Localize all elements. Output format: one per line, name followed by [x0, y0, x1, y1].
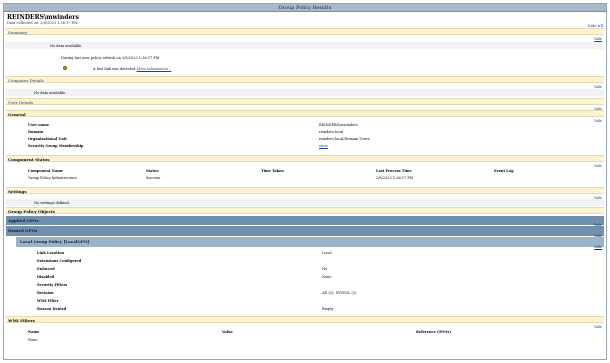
gpo-header[interactable]: Group Policy Objects hide — [6, 207, 604, 220]
gpo-key: Extensions Configured — [37, 259, 82, 263]
local-gpo-hide-link[interactable]: hide — [594, 245, 602, 249]
table-cell: Group Policy Infrastructure — [28, 176, 77, 180]
summary-no-data: No data available. — [50, 43, 83, 48]
gpo-key: Link Location — [37, 251, 64, 255]
general-value: reinders.local — [319, 130, 344, 134]
gpo-value: None — [322, 275, 332, 279]
general-value: REINDERS\mwinders — [319, 123, 358, 127]
settings-none: No settings defined. — [34, 200, 70, 205]
report-window: Group Policy Results REINDERS\mwinders D… — [3, 3, 607, 360]
column-header: Component Name — [28, 169, 64, 173]
gpo-label: Group Policy Objects — [8, 208, 55, 214]
component-status-table: Component Name Status Time Taken Last Pr… — [6, 168, 604, 186]
more-information-link[interactable]: More information... — [137, 67, 172, 71]
gpo-key: Revision — [37, 291, 54, 295]
window-title: Group Policy Results — [4, 4, 606, 12]
denied-gpos-label: Denied GPOs — [8, 228, 38, 233]
general-label: General — [8, 111, 26, 117]
gpo-value: Local — [322, 251, 332, 255]
component-status-header[interactable]: Component Status hide — [6, 155, 604, 168]
general-key: User name — [28, 123, 50, 127]
computer-details-label: Computer Details — [8, 77, 44, 83]
summary-label: Summary — [8, 29, 28, 35]
general-key: Domain — [28, 130, 44, 134]
applied-gpos-label: Applied GPOs — [8, 217, 39, 223]
gpo-value: AD (2), SYSVOL (2) — [322, 291, 357, 295]
summary-info-block: During last user policy refresh on 2/8/2… — [6, 54, 604, 74]
general-key: Security Group Membership — [28, 144, 84, 148]
settings-none-row: No settings defined. — [6, 199, 604, 206]
settings-label: Settings — [8, 188, 27, 194]
user-details-label: User Details — [8, 99, 34, 105]
column-header: Last Process Time — [376, 169, 412, 173]
table-cell: None — [28, 338, 38, 342]
gpo-key: Enforced — [37, 267, 55, 271]
report-date: Data collected on: 2/8/2023 1:36:17 PM — [7, 21, 78, 25]
column-header: Status — [146, 169, 159, 173]
general-key: Organizational Unit — [28, 137, 67, 141]
gpo-key: Security Filters — [37, 283, 68, 287]
column-header: Value — [222, 330, 233, 334]
column-header: Time Taken — [261, 169, 284, 173]
gpo-value: No — [322, 267, 328, 271]
gpo-key: WMI Filter — [37, 299, 59, 303]
show-groups-link[interactable]: show — [319, 144, 328, 148]
local-gpo-header[interactable]: Local Group Policy [LocalGPO] hide — [16, 237, 604, 249]
column-header: Event Log — [494, 169, 514, 173]
report-header: REINDERS\mwinders Data collected on: 2/8… — [7, 14, 79, 25]
gpo-key: Disabled — [37, 275, 55, 279]
wmi-filters-header[interactable]: WMI Filters hide — [6, 316, 604, 329]
general-table: User name REINDERS\mwinders Domain reind… — [6, 122, 604, 154]
gpo-value: Empty — [322, 307, 334, 311]
table-cell: Success — [146, 176, 161, 180]
applied-gpos-header[interactable]: Applied GPOs hide — [6, 216, 604, 227]
local-gpo-table: Link Location Local Extensions Configure… — [6, 250, 604, 314]
column-header: Name — [28, 330, 40, 334]
report-user: REINDERS\mwinders — [7, 14, 79, 21]
table-cell: 2/8/2023 1:36:17 PM — [376, 176, 414, 180]
local-gpo-label: Local Group Policy [LocalGPO] — [20, 239, 90, 244]
warning-icon: ! — [63, 66, 67, 70]
computer-details-no-data-row: No data available. — [6, 89, 604, 96]
summary-refresh-line: During last user policy refresh on 2/8/2… — [61, 56, 160, 60]
computer-details-header[interactable]: Computer Details hide — [6, 76, 604, 89]
general-value: reinders.local/Domain Users — [319, 137, 370, 141]
denied-gpos-header[interactable]: Denied GPOs hide — [6, 226, 604, 238]
column-header: Reference GPO(s) — [416, 330, 452, 334]
computer-details-no-data: No data available. — [34, 90, 67, 95]
user-details-header[interactable]: User Details hide — [6, 98, 604, 111]
summary-section-header[interactable]: Summary hide — [6, 28, 604, 41]
component-status-label: Component Status — [8, 156, 50, 162]
wmi-filters-table: Name Value Reference GPO(s) None — [6, 329, 604, 347]
fast-link-text: A fast link was detected More informatio… — [93, 66, 172, 71]
wmi-filters-label: WMI Filters — [8, 317, 35, 323]
summary-hide-link[interactable]: hide — [594, 37, 602, 41]
summary-no-data-row: No data available. — [6, 42, 604, 49]
general-header[interactable]: General hide — [6, 110, 604, 123]
settings-header[interactable]: Settings hide — [6, 187, 604, 200]
gpo-key: Reason Denied — [37, 307, 67, 311]
